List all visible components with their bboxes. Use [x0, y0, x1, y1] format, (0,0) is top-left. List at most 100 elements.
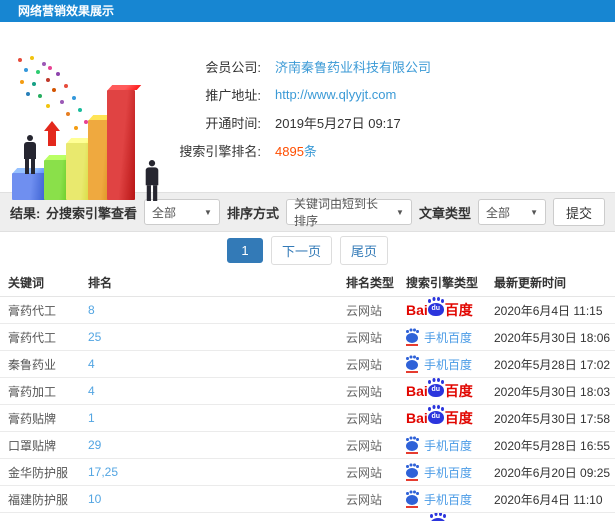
update-time-cell: 2020年6月4日 11:10 [486, 485, 615, 513]
last-page-button[interactable]: 尾页 [340, 235, 389, 265]
engine-cell: 手机百度 [398, 350, 486, 378]
engine-cell: 手机百度 [398, 458, 486, 486]
table-header-row: 关键词 排名 排名类型 搜索引擎类型 最新更新时间 [0, 268, 615, 297]
mobile-baidu-logo: 手机百度 [406, 491, 472, 508]
chevron-down-icon: ▼ [204, 207, 212, 217]
baidu-paw-icon [406, 465, 418, 481]
keyword-cell: 膏药加工 [0, 377, 80, 405]
rank-type-cell: 云网站 [338, 458, 398, 486]
info-row-url: 推广地址: http://www.qlyyjt.com [175, 80, 605, 108]
rank-link[interactable]: 29 [80, 431, 338, 459]
rank-type-cell: 云网站 [338, 404, 398, 432]
mobile-baidu-logo: 手机百度 [406, 356, 472, 373]
update-time-cell: 2020年6月20日 09:25 [486, 458, 615, 486]
page-button-current[interactable]: 1 [226, 237, 263, 263]
col-header-update-time: 最新更新时间 [486, 268, 615, 297]
businessman-icon-right [145, 160, 159, 201]
mobile-baidu-logo: 手机百度 [406, 464, 472, 481]
rank-link[interactable]: 4 [80, 377, 338, 405]
baidu-paw-icon [406, 492, 418, 508]
type-select-value: 全部 [485, 205, 510, 220]
sort-filter-label: 排序方式 [226, 205, 279, 221]
col-header-rank-type: 排名类型 [338, 268, 398, 297]
rank-link[interactable]: 17,25 [80, 458, 338, 486]
sort-select[interactable]: 关键词由短到长排序 ▼ [285, 197, 412, 228]
rank-link[interactable]: 4 [80, 350, 338, 378]
rank-link[interactable]: 10 [80, 485, 338, 513]
update-time-cell: 2020年6月4日 11:15 [486, 296, 615, 324]
businessman-icon-left [24, 135, 36, 174]
info-row-rank-count: 搜索引擎排名: 4895条 [175, 136, 605, 164]
baidu-logo: Bai du 百度 [406, 379, 473, 399]
update-time-cell: 2020年5月28日 17:02 [486, 350, 615, 378]
table-row: 膏药贴牌 1 云网站 Bai du 百度 2020年5月30日 17:58 [0, 404, 615, 432]
engine-cell: Bai du 百度 [398, 404, 486, 432]
chevron-down-icon: ▼ [396, 207, 404, 217]
company-label: 会员公司: [205, 59, 261, 75]
sort-select-value: 关键词由短到长排序 [293, 197, 378, 228]
page-title: 网络营销效果展示 [18, 4, 115, 18]
col-header-keyword: 关键词 [0, 268, 80, 297]
update-time-cell: 2020年5月28日 16:55 [486, 431, 615, 459]
keyword-cell: 口罩贴牌 [0, 431, 80, 459]
rank-type-cell: 云网站 [338, 350, 398, 378]
keyword-cell: 秦鲁药业 [0, 350, 80, 378]
result-label: 结果: [10, 205, 41, 221]
confetti-dots [18, 58, 22, 62]
company-name-link[interactable]: 济南秦鲁药业科技有限公司 [275, 57, 431, 76]
col-header-engine-type: 搜索引擎类型 [398, 268, 486, 297]
company-info-list: 会员公司: 济南秦鲁药业科技有限公司 推广地址: http://www.qlyy… [175, 52, 605, 164]
chevron-down-icon: ▼ [530, 207, 538, 217]
rank-type-cell: 云网站 [338, 323, 398, 351]
baidu-paw-icon [406, 438, 418, 454]
keyword-cell: 膏药代工 [0, 296, 80, 324]
info-row-company: 会员公司: 济南秦鲁药业科技有限公司 [175, 52, 605, 80]
rank-link[interactable]: 25 [80, 323, 338, 351]
rank-link[interactable]: 1 [80, 404, 338, 432]
rank-count-label: 搜索引擎排名: [179, 143, 261, 159]
table-row: 秦鲁药业 4 云网站 手机百度 2020年5月28日 17:02 [0, 350, 615, 378]
col-header-rank: 排名 [80, 268, 338, 297]
keyword-cell: 膏药代工 [0, 323, 80, 351]
mobile-baidu-logo: 手机百度 [406, 437, 472, 454]
engine-cell: Bai du 百度 [398, 377, 486, 405]
table-row: 膏药代工 8 云网站 Bai du 百度 2020年6月4日 11:15 [0, 296, 615, 324]
baidu-paw-icon [406, 330, 418, 346]
keyword-cell: 金华防护服 [0, 458, 80, 486]
results-table: 关键词 排名 排名类型 搜索引擎类型 最新更新时间 膏药代工 8 云网站 Bai du 百… [0, 268, 615, 513]
chart-bar-red [107, 90, 135, 200]
keyword-cell: 福建防护服 [0, 485, 80, 513]
rank-type-cell: 云网站 [338, 296, 398, 324]
table-row: 福建防护服 10 云网站 手机百度 2020年6月4日 11:10 [0, 485, 615, 513]
rank-count-value: 4895条 [275, 143, 317, 159]
update-time-cell: 2020年5月30日 18:03 [486, 377, 615, 405]
table-row: 口罩贴牌 29 云网站 手机百度 2020年5月28日 16:55 [0, 431, 615, 459]
table-row: 金华防护服 17,25 云网站 手机百度 2020年6月20日 09:25 [0, 458, 615, 486]
engine-select[interactable]: 全部 ▼ [143, 199, 220, 225]
rank-link[interactable]: 8 [80, 296, 338, 324]
promo-url-link[interactable]: http://www.qlyyjt.com [275, 87, 396, 102]
submit-button[interactable]: 提交 [552, 198, 605, 226]
engine-select-value: 全部 [151, 205, 176, 220]
page-title-bar: 网络营销效果展示 [0, 0, 615, 22]
promo-url-label: 推广地址: [205, 87, 261, 103]
next-page-button[interactable]: 下一页 [270, 235, 332, 265]
update-time-cell: 2020年5月30日 17:58 [486, 404, 615, 432]
table-row: 膏药代工 25 云网站 手机百度 2020年5月30日 18:06 [0, 323, 615, 351]
baidu-logo: Bai du 百度 [406, 298, 473, 318]
baidu-paw-icon: du [427, 406, 444, 424]
rank-type-cell: 云网站 [338, 377, 398, 405]
info-row-open-time: 开通时间: 2019年5月27日 09:17 [175, 108, 605, 136]
engine-cell: 手机百度 [398, 485, 486, 513]
keyword-cell: 膏药贴牌 [0, 404, 80, 432]
baidu-paw-icon [406, 357, 418, 373]
up-arrow-icon [44, 121, 60, 146]
baidu-paw-icon: du [427, 298, 444, 316]
type-select[interactable]: 全部 ▼ [477, 199, 546, 225]
top-section: 会员公司: 济南秦鲁药业科技有限公司 推广地址: http://www.qlyy… [0, 22, 615, 201]
rank-type-cell: 云网站 [338, 431, 398, 459]
table-row: 膏药加工 4 云网站 Bai du 百度 2020年5月30日 18:03 [0, 377, 615, 405]
pagination: 1 下一页 尾页 [0, 232, 615, 268]
baidu-logo: Bai du 百度 [406, 406, 473, 426]
chart-bar-blue [12, 173, 46, 200]
